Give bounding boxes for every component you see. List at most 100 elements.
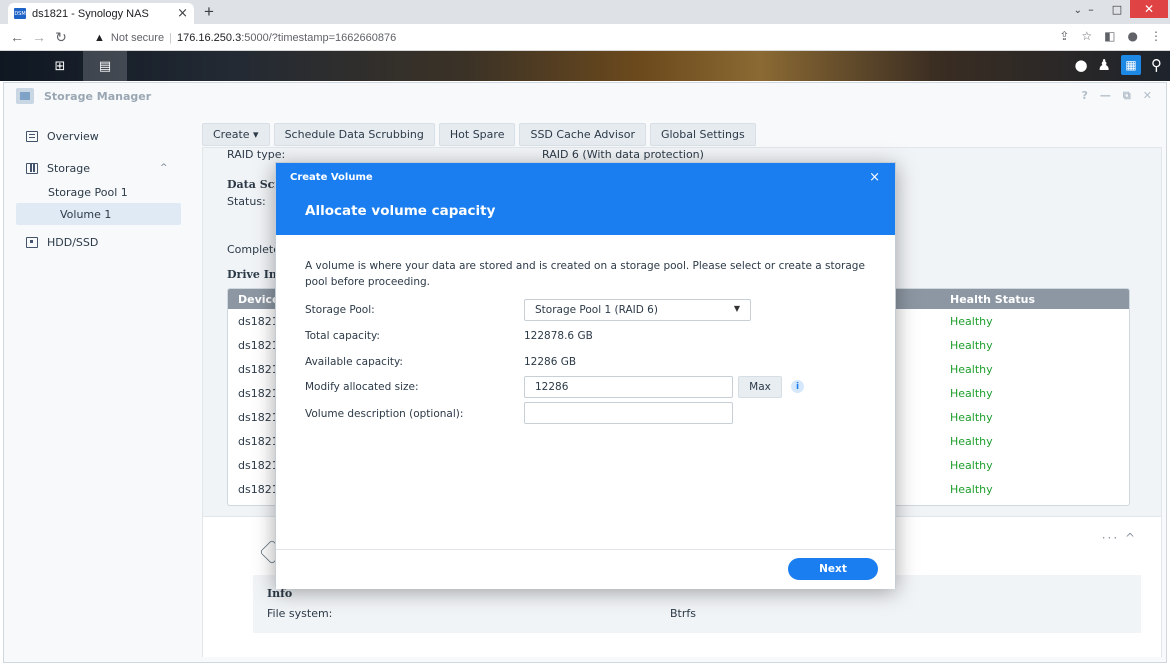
total-capacity-label: Total capacity:: [305, 330, 380, 342]
storage-pool-selected-value: Storage Pool 1 (RAID 6): [535, 304, 658, 316]
next-button[interactable]: Next: [788, 558, 878, 580]
address-bar-actions: ⇪ ☆ ◧ ● ⋮: [1059, 29, 1162, 43]
window-close-icon[interactable]: ✕: [1130, 0, 1168, 18]
volume-description-input[interactable]: [524, 402, 733, 424]
minimize-icon[interactable]: –: [1078, 0, 1104, 18]
maximize-icon[interactable]: □: [1104, 0, 1130, 18]
browser-tab[interactable]: DSM ds1821 - Synology NAS ×: [8, 3, 194, 24]
health-cell: Healthy: [950, 339, 993, 352]
device-cell: ds1821: [238, 459, 279, 472]
create-button[interactable]: Create ▾: [202, 123, 270, 146]
hot-spare-button[interactable]: Hot Spare: [438, 123, 516, 146]
main-menu-icon[interactable]: ⊞: [38, 51, 82, 81]
col-device: Device: [238, 293, 280, 306]
sidebar: Overview Storage ^ Storage Pool 1 Volume…: [4, 123, 189, 261]
sidebar-item-storage[interactable]: Storage ^: [4, 155, 189, 181]
available-capacity-value: 12286 GB: [524, 356, 577, 368]
global-settings-button[interactable]: Global Settings: [649, 123, 756, 146]
info-icon[interactable]: i: [791, 380, 804, 393]
synology-favicon-icon: DSM: [14, 8, 26, 19]
ssd-cache-advisor-button[interactable]: SSD Cache Advisor: [519, 123, 646, 146]
dialog-heading: Allocate volume capacity: [305, 203, 496, 219]
storage-manager-taskbar-icon[interactable]: ▤: [83, 51, 127, 81]
col-health-status: Health Status: [950, 293, 1036, 306]
raid-type-value: RAID 6 (With data protection): [542, 148, 704, 161]
health-cell: Healthy: [950, 315, 993, 328]
drive-info-heading: Drive Inf: [227, 268, 282, 281]
sidebar-item-label: HDD/SSD: [47, 235, 99, 249]
close-window-icon[interactable]: ✕: [1143, 89, 1152, 103]
bookmark-star-icon[interactable]: ☆: [1081, 29, 1092, 43]
user-icon[interactable]: ♟: [1098, 56, 1111, 74]
dsm-taskbar: ⊞ ▤ ● ♟ ▦ ⚲: [0, 51, 1170, 81]
window-title: Storage Manager: [44, 89, 152, 103]
sidebar-item-label: Storage: [47, 161, 91, 175]
sidebar-item-storage-pool[interactable]: Storage Pool 1: [4, 181, 189, 203]
url-host: 176.16.250.3: [176, 31, 242, 44]
storage-pool-label: Storage Pool:: [305, 304, 375, 316]
chevron-up-icon[interactable]: ^: [160, 163, 168, 173]
url-path: :5000/?timestamp=1662660876: [241, 31, 397, 44]
card-more-icon[interactable]: ··· ^: [1102, 531, 1137, 545]
forward-icon[interactable]: →: [28, 29, 50, 45]
file-system-label: File system:: [267, 607, 333, 620]
dialog-header: Create Volume × Allocate volume capacity: [276, 163, 895, 235]
volume-description-label: Volume description (optional):: [305, 408, 464, 420]
storage-manager-app-icon: [16, 88, 34, 104]
not-secure-label: Not secure: [110, 31, 165, 44]
health-cell: Healthy: [950, 387, 993, 400]
device-cell: ds1821: [238, 387, 279, 400]
sidebar-item-volume[interactable]: Volume 1: [16, 203, 181, 225]
restore-window-icon[interactable]: ⧉: [1123, 89, 1131, 103]
device-cell: ds1821: [238, 483, 279, 496]
chevron-down-icon: ▼: [733, 304, 740, 313]
allocated-size-input[interactable]: [524, 376, 733, 398]
device-cell: ds1821: [238, 411, 279, 424]
sidebar-item-hdd-ssd[interactable]: HDD/SSD: [4, 229, 189, 255]
url-separator: |: [169, 31, 172, 44]
share-icon[interactable]: ⇪: [1059, 29, 1069, 43]
taskbar-right-tray: ● ♟ ▦ ⚲: [1074, 55, 1162, 75]
storage-pool-select[interactable]: Storage Pool 1 (RAID 6) ▼: [524, 299, 751, 321]
dialog-footer: Next: [276, 549, 895, 589]
address-bar: ← → ↻ ▲ Not secure | 176.16.250.3:5000/?…: [0, 24, 1170, 51]
schedule-scrubbing-button[interactable]: Schedule Data Scrubbing: [273, 123, 435, 146]
dialog-close-icon[interactable]: ×: [869, 170, 880, 185]
notifications-icon[interactable]: ●: [1074, 56, 1087, 74]
health-cell: Healthy: [950, 483, 993, 496]
tab-close-icon[interactable]: ×: [177, 6, 188, 21]
minimize-window-icon[interactable]: —: [1100, 89, 1111, 103]
window-title-bar: Storage Manager ? — ⧉ ✕: [4, 83, 1166, 109]
create-volume-dialog: Create Volume × Allocate volume capacity…: [275, 162, 896, 589]
total-capacity-value: 122878.6 GB: [524, 330, 593, 342]
health-cell: Healthy: [950, 459, 993, 472]
device-cell: ds1821: [238, 339, 279, 352]
device-cell: ds1821: [238, 363, 279, 376]
url-field[interactable]: ▲ Not secure | 176.16.250.3:5000/?timest…: [90, 27, 1020, 48]
new-tab-button[interactable]: +: [204, 2, 214, 22]
dialog-description: A volume is where your data are stored a…: [305, 260, 865, 288]
modify-size-label: Modify allocated size:: [305, 381, 419, 393]
max-button[interactable]: Max: [738, 376, 782, 398]
back-icon[interactable]: ←: [6, 29, 28, 45]
device-cell: ds1821: [238, 315, 279, 328]
available-capacity-label: Available capacity:: [305, 356, 403, 368]
reload-icon[interactable]: ↻: [50, 29, 72, 46]
profile-icon[interactable]: ●: [1128, 29, 1138, 43]
help-icon[interactable]: ?: [1082, 89, 1088, 103]
widgets-icon[interactable]: ▦: [1121, 55, 1141, 75]
window-title-controls: ? — ⧉ ✕: [1082, 89, 1152, 103]
health-cell: Healthy: [950, 363, 993, 376]
side-panel-icon[interactable]: ◧: [1104, 29, 1115, 43]
sidebar-item-label: Overview: [47, 129, 99, 143]
device-cell: ds1821: [238, 435, 279, 448]
health-cell: Healthy: [950, 435, 993, 448]
sidebar-item-overview[interactable]: Overview: [4, 123, 189, 149]
browser-tab-bar: DSM ds1821 - Synology NAS × + ⌄ – □ ✕: [0, 0, 1170, 24]
url-text: 176.16.250.3:5000/?timestamp=1662660876: [177, 32, 396, 44]
file-system-value: Btrfs: [670, 607, 696, 620]
status-label: Status:: [227, 195, 266, 208]
storage-icon: [26, 162, 38, 174]
search-icon[interactable]: ⚲: [1151, 56, 1162, 74]
browser-menu-icon[interactable]: ⋮: [1150, 29, 1162, 43]
